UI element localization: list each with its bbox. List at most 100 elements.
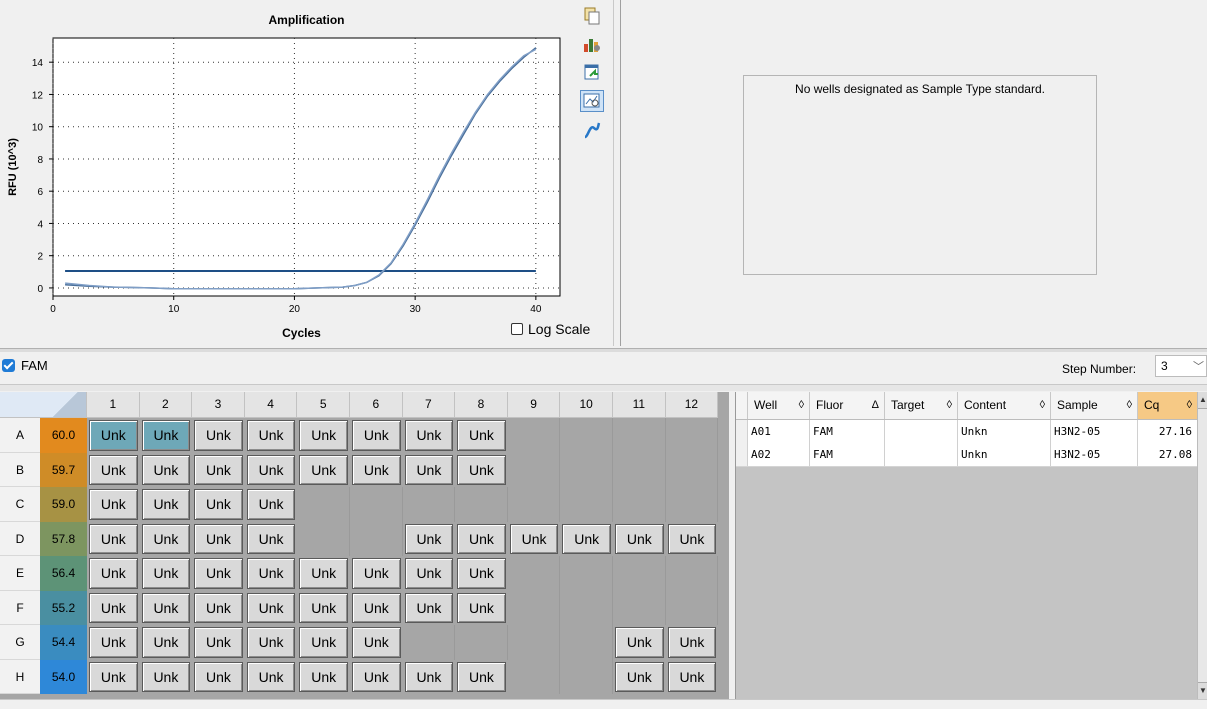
plate-well[interactable]: Unk <box>613 659 666 694</box>
plate-well-empty[interactable] <box>665 487 719 522</box>
table-row[interactable]: A01 FAM Unkn H3N2-05 27.16 <box>736 420 1198 444</box>
plate-well[interactable]: Unk <box>87 659 140 694</box>
plate-well[interactable]: Unk <box>665 521 719 556</box>
plate-well-empty[interactable] <box>350 521 403 556</box>
plate-well-empty[interactable] <box>560 556 613 591</box>
plate-well[interactable]: Unk <box>297 452 350 487</box>
plate-well-empty[interactable] <box>507 418 561 453</box>
plate-well[interactable]: Unk <box>455 556 508 591</box>
plate-col-header[interactable]: 7 <box>402 392 456 418</box>
plate-col-header[interactable]: 10 <box>560 392 613 418</box>
plate-well[interactable]: Unk <box>87 452 140 487</box>
plate-well[interactable]: Unk <box>192 590 245 625</box>
plate-well-empty[interactable] <box>665 556 719 591</box>
plate-col-header[interactable]: 11 <box>613 392 666 418</box>
plate-row-header[interactable]: B <box>0 452 40 487</box>
plate-well[interactable]: Unk <box>87 487 140 522</box>
plate-row-header[interactable]: E <box>0 556 40 591</box>
plate-well[interactable]: Unk <box>139 521 193 556</box>
plate-well[interactable]: Unk <box>87 590 140 625</box>
row-selector[interactable] <box>736 443 748 466</box>
plate-well[interactable]: Unk <box>192 659 245 694</box>
plate-well[interactable]: Unk <box>350 625 403 660</box>
plate-well-empty[interactable] <box>350 487 403 522</box>
plate-corner[interactable] <box>0 392 87 418</box>
scroll-down-icon[interactable]: ▼ <box>1198 682 1207 699</box>
zoom-chart-icon[interactable] <box>580 90 604 112</box>
plate-well[interactable]: Unk <box>139 590 193 625</box>
plate-well[interactable]: Unk <box>244 659 298 694</box>
plate-well[interactable]: Unk <box>139 418 193 453</box>
export-icon[interactable] <box>582 62 602 82</box>
plate-well-empty[interactable] <box>455 487 508 522</box>
plate-well[interactable]: Unk <box>402 590 456 625</box>
plate-well[interactable]: Unk <box>560 521 613 556</box>
column-header-cq[interactable]: Cq ◊ <box>1138 392 1198 419</box>
column-header-sample[interactable]: Sample ◊ <box>1051 392 1138 419</box>
plate-col-header[interactable]: 2 <box>139 392 193 418</box>
copy-icon[interactable] <box>582 6 602 26</box>
plate-well[interactable]: Unk <box>455 452 508 487</box>
plate-well[interactable]: Unk <box>297 418 350 453</box>
plate-col-header[interactable]: 6 <box>350 392 403 418</box>
plate-well[interactable]: Unk <box>244 418 298 453</box>
plate-well-empty[interactable] <box>507 590 561 625</box>
plate-well[interactable]: Unk <box>455 590 508 625</box>
plate-well[interactable]: Unk <box>244 487 298 522</box>
plate-well-empty[interactable] <box>402 487 456 522</box>
plate-well[interactable]: Unk <box>139 659 193 694</box>
plate-well[interactable]: Unk <box>87 418 140 453</box>
plate-row-header[interactable]: G <box>0 625 40 660</box>
plate-well-empty[interactable] <box>507 659 561 694</box>
plate-col-header[interactable]: 12 <box>665 392 719 418</box>
plate-row-header[interactable]: D <box>0 521 40 556</box>
plate-well-empty[interactable] <box>665 418 719 453</box>
plate-well[interactable]: Unk <box>665 625 719 660</box>
scroll-up-icon[interactable]: ▲ <box>1198 392 1207 409</box>
plate-well[interactable]: Unk <box>613 625 666 660</box>
plate-well[interactable]: Unk <box>87 625 140 660</box>
plate-well-empty[interactable] <box>507 452 561 487</box>
column-header-well[interactable]: Well ◊ <box>748 392 810 419</box>
plate-well-empty[interactable] <box>613 556 666 591</box>
plate-well-empty[interactable] <box>560 418 613 453</box>
plate-well[interactable]: Unk <box>87 556 140 591</box>
plate-well[interactable]: Unk <box>402 521 456 556</box>
plate-well-empty[interactable] <box>560 659 613 694</box>
plate-well[interactable]: Unk <box>244 625 298 660</box>
plate-well[interactable]: Unk <box>192 625 245 660</box>
plate-well-empty[interactable] <box>665 590 719 625</box>
plate-well[interactable]: Unk <box>350 590 403 625</box>
plate-well-empty[interactable] <box>402 625 456 660</box>
plate-well[interactable]: Unk <box>297 659 350 694</box>
log-scale-checkbox[interactable] <box>511 323 523 335</box>
plate-col-header[interactable]: 8 <box>455 392 508 418</box>
plate-well[interactable]: Unk <box>613 521 666 556</box>
plate-well[interactable]: Unk <box>402 556 456 591</box>
plate-well[interactable]: Unk <box>297 556 350 591</box>
plate-well[interactable]: Unk <box>244 556 298 591</box>
row-selector[interactable] <box>736 420 748 443</box>
plate-well-empty[interactable] <box>297 487 350 522</box>
plate-well[interactable]: Unk <box>192 521 245 556</box>
plate-well[interactable]: Unk <box>244 590 298 625</box>
plate-well[interactable]: Unk <box>192 418 245 453</box>
table-row[interactable]: A02 FAM Unkn H3N2-05 27.08 <box>736 443 1198 467</box>
plate-well-empty[interactable] <box>507 556 561 591</box>
plate-well[interactable]: Unk <box>350 418 403 453</box>
plate-row-header[interactable]: A <box>0 418 40 453</box>
plate-splitter[interactable] <box>0 384 1207 391</box>
plate-well[interactable]: Unk <box>350 556 403 591</box>
plate-row-header[interactable]: F <box>0 590 40 625</box>
plate-well[interactable]: Unk <box>139 556 193 591</box>
plate-well[interactable]: Unk <box>139 452 193 487</box>
plate-col-header[interactable]: 5 <box>297 392 350 418</box>
plate-well[interactable]: Unk <box>139 625 193 660</box>
chart-settings-icon[interactable] <box>582 34 602 54</box>
plate-well[interactable]: Unk <box>665 659 719 694</box>
plate-well[interactable]: Unk <box>244 521 298 556</box>
plate-col-header[interactable]: 3 <box>192 392 245 418</box>
plate-well[interactable]: Unk <box>297 590 350 625</box>
plate-well[interactable]: Unk <box>192 556 245 591</box>
plate-col-header[interactable]: 9 <box>507 392 561 418</box>
